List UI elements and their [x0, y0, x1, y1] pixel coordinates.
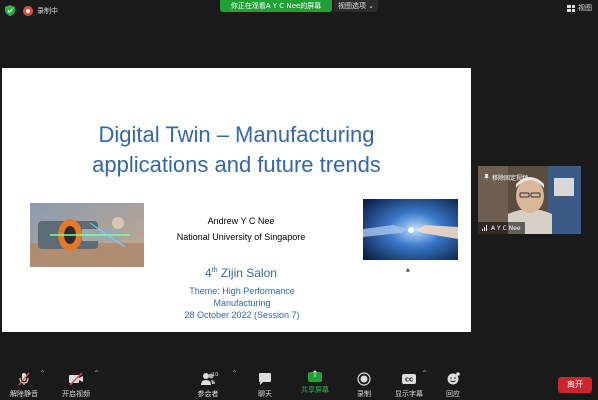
reactions-button[interactable]: 回应: [431, 372, 475, 399]
theme-line2: Manufacturing: [213, 298, 271, 308]
svg-text:CC: CC: [405, 378, 413, 384]
captions-label: 显示字幕: [395, 390, 423, 398]
shield-icon[interactable]: [5, 5, 15, 16]
record-icon: [357, 372, 371, 386]
slide-title: Digital Twin – Manufacturing application…: [2, 120, 471, 180]
view-label: 视图: [578, 4, 592, 12]
author-affiliation: National University of Singapore: [176, 232, 306, 242]
chat-icon: [259, 373, 271, 385]
reactions-icon: [447, 372, 460, 385]
leave-button[interactable]: 离开: [558, 377, 592, 393]
audio-level-icon: [482, 225, 488, 231]
recording-indicator[interactable]: 录制中: [23, 4, 58, 18]
participants-label: 参会者: [197, 390, 219, 398]
unpin-video-button[interactable]: 移除固定视频: [484, 172, 528, 182]
share-screen-label: 共享屏幕: [301, 386, 329, 394]
audio-options-caret-icon[interactable]: ^: [40, 370, 45, 377]
participants-button[interactable]: 10 参会者: [186, 372, 230, 399]
salon-number: 4: [205, 266, 212, 280]
video-options-caret-icon[interactable]: ^: [94, 370, 99, 377]
view-button[interactable]: 视图: [567, 3, 592, 13]
chat-button[interactable]: 聊天: [243, 372, 287, 399]
author-block: Andrew Y C Nee National University of Si…: [168, 213, 314, 245]
slide-title-line2: applications and future trends: [92, 152, 381, 177]
record-icon: [23, 6, 33, 16]
pin-label: 移除固定视频: [492, 174, 529, 182]
theme-line1: Theme: High Performance: [189, 286, 295, 296]
start-video-label: 开启视频: [62, 390, 90, 398]
slide-title-line1: Digital Twin – Manufacturing: [98, 122, 375, 147]
robot-hand-image: [363, 199, 458, 260]
start-video-button[interactable]: 开启视频: [54, 372, 98, 399]
recording-label: 录制中: [37, 7, 58, 15]
closed-captions-icon: CC: [402, 374, 416, 384]
pin-icon: [484, 173, 489, 181]
unmute-label: 解除静音: [10, 390, 38, 398]
date-line: 28 October 2022 (Session 7): [184, 310, 300, 320]
viewing-share-banner: 你正在观看A Y C Nee的屏幕: [220, 0, 332, 12]
video-off-icon: [69, 372, 83, 386]
view-options-button[interactable]: 视图选项 ⌄: [334, 0, 378, 12]
share-screen-icon: [308, 370, 322, 382]
shared-screen-slide: Digital Twin – Manufacturing application…: [2, 68, 471, 332]
participants-count: 10: [212, 372, 219, 378]
share-screen-button[interactable]: 共享屏幕: [293, 370, 337, 395]
top-bar: 录制中 你正在观看A Y C Nee的屏幕 视图选项 ⌄ 视图: [0, 0, 598, 22]
captions-options-caret-icon[interactable]: ^: [422, 370, 427, 377]
author-name: Andrew Y C Nee: [207, 216, 275, 226]
salon-title: 4th Zijin Salon: [168, 263, 314, 281]
meeting-toolbar: 解除静音 ^ 开启视频 ^ 10 参会者 ^ 聊天 共享屏幕: [0, 368, 598, 400]
record-button[interactable]: 录制: [342, 372, 386, 399]
grid-view-icon: [567, 4, 575, 12]
motor-image: [30, 203, 144, 267]
participant-name: A Y C Nee: [491, 224, 521, 232]
theme-block: Theme: High Performance Manufacturing 28…: [152, 285, 332, 321]
reactions-label: 回应: [446, 390, 460, 398]
mouse-cursor-icon: ▲: [406, 267, 410, 273]
chat-label: 聊天: [258, 390, 272, 398]
participant-video[interactable]: 移除固定视频 A Y C Nee: [478, 166, 581, 234]
participants-options-caret-icon[interactable]: ^: [232, 370, 237, 377]
participant-name-tag: A Y C Nee: [478, 222, 525, 234]
salon-name: Zijin Salon: [217, 266, 277, 280]
muted-microphone-icon: [18, 372, 30, 386]
record-label: 录制: [357, 390, 371, 398]
